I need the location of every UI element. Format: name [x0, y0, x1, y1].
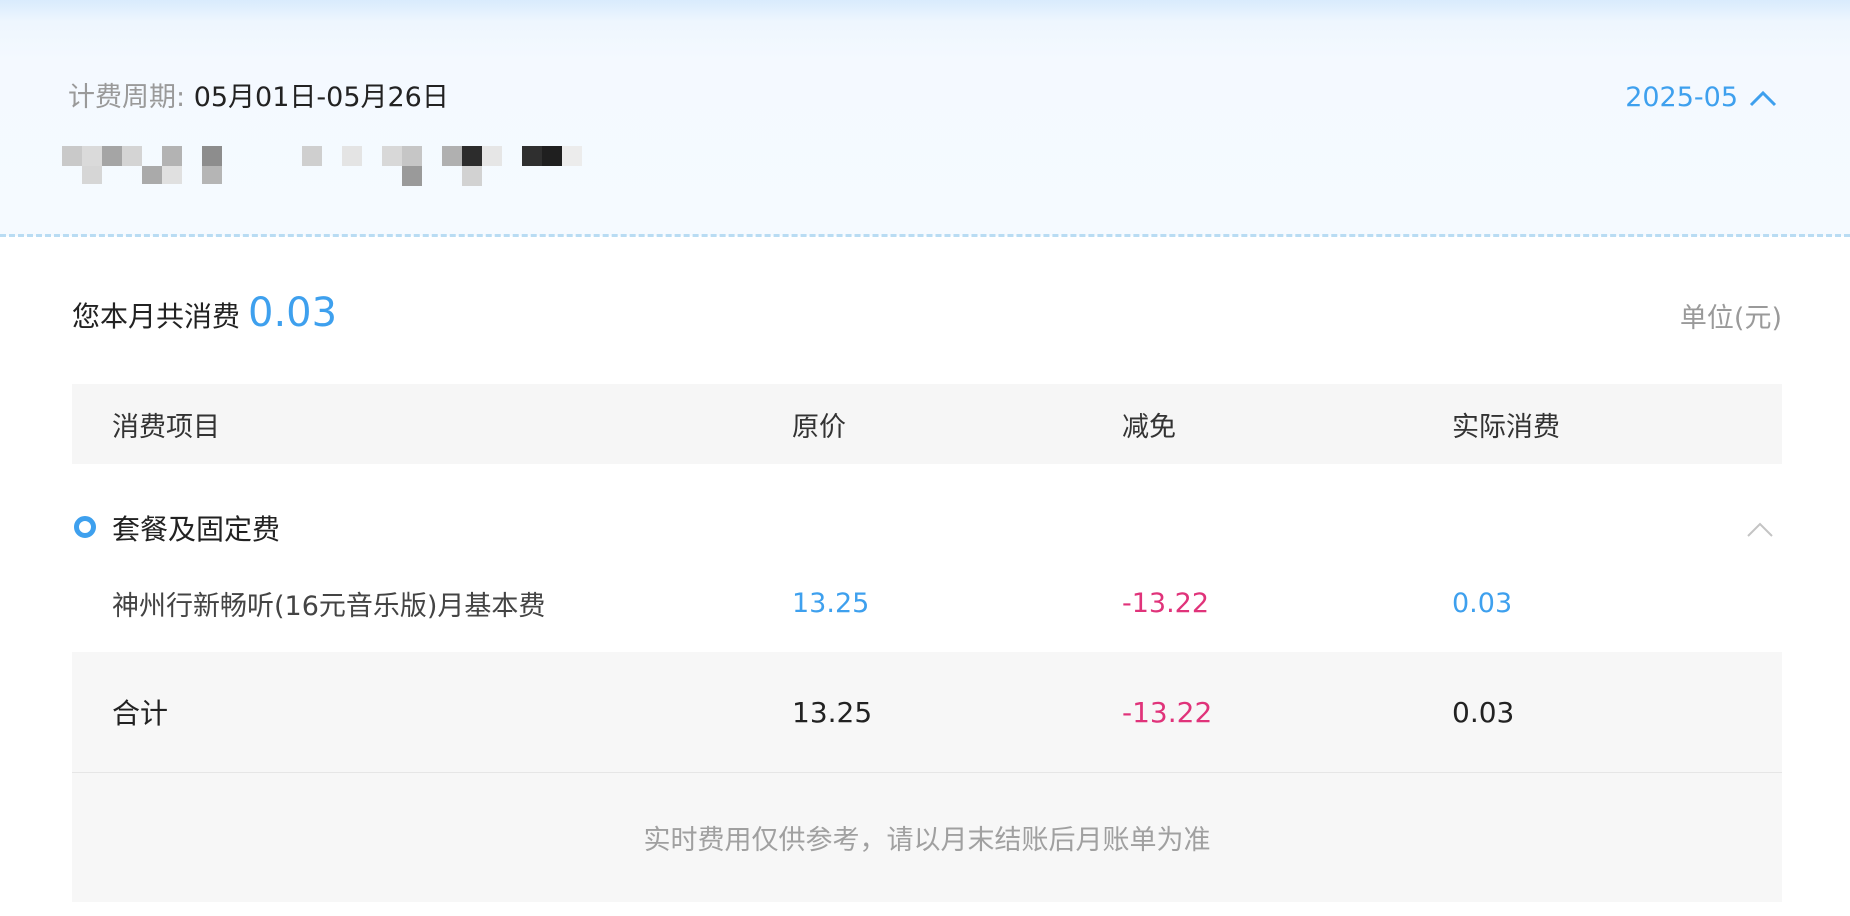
billing-cycle-label: 计费周期: — [68, 82, 194, 113]
dashed-divider — [0, 234, 1850, 237]
monthly-total-amount: 0.03 — [248, 290, 338, 336]
radio-dot-icon — [74, 516, 96, 538]
total-row: 合计 13.25 -13.22 0.03 — [72, 652, 1782, 772]
bill-table: 消费项目 原价 减免 实际消费 套餐及固定费 神州行新畅听(16元音乐版)月基本… — [72, 384, 1782, 902]
currency-unit: 单位(元) — [1679, 303, 1782, 334]
header-item: 消费项目 — [112, 411, 220, 443]
billing-header — [0, 0, 1850, 236]
row-actual: 0.03 — [1452, 587, 1513, 619]
header-discount: 减免 — [1122, 411, 1176, 443]
redacted-account-info — [62, 146, 582, 188]
group-title: 套餐及固定费 — [112, 513, 281, 546]
monthly-total-label: 您本月共消费 — [72, 300, 241, 333]
chevron-up-icon — [1749, 90, 1777, 107]
table-row: 神州行新畅听(16元音乐版)月基本费 13.25 -13.22 0.03 — [72, 572, 1782, 634]
table-header: 消费项目 原价 减免 实际消费 — [72, 384, 1782, 464]
header-original-price: 原价 — [792, 411, 846, 443]
total-original-price: 13.25 — [792, 695, 873, 729]
group-package-fixed-fee: 套餐及固定费 — [72, 482, 1782, 572]
total-actual: 0.03 — [1452, 695, 1515, 729]
month-selector[interactable]: 2025-05 — [1625, 80, 1778, 116]
chevron-up-icon[interactable] — [1746, 520, 1774, 538]
billing-cycle: 计费周期: 05月01日-05月26日 — [68, 80, 449, 116]
billing-cycle-value: 05月01日-05月26日 — [193, 82, 449, 113]
total-label: 合计 — [112, 697, 169, 730]
row-discount: -13.22 — [1122, 587, 1210, 619]
month-selector-label: 2025-05 — [1625, 82, 1738, 113]
disclaimer-note: 实时费用仅供参考，请以月末结账后月账单为准 — [72, 772, 1782, 902]
row-original-price: 13.25 — [792, 587, 870, 619]
total-discount: -13.22 — [1122, 695, 1213, 729]
monthly-total: 您本月共消费 0.03 — [72, 290, 337, 336]
row-item-name: 神州行新畅听(16元音乐版)月基本费 — [112, 590, 546, 622]
header-actual: 实际消费 — [1452, 411, 1560, 443]
